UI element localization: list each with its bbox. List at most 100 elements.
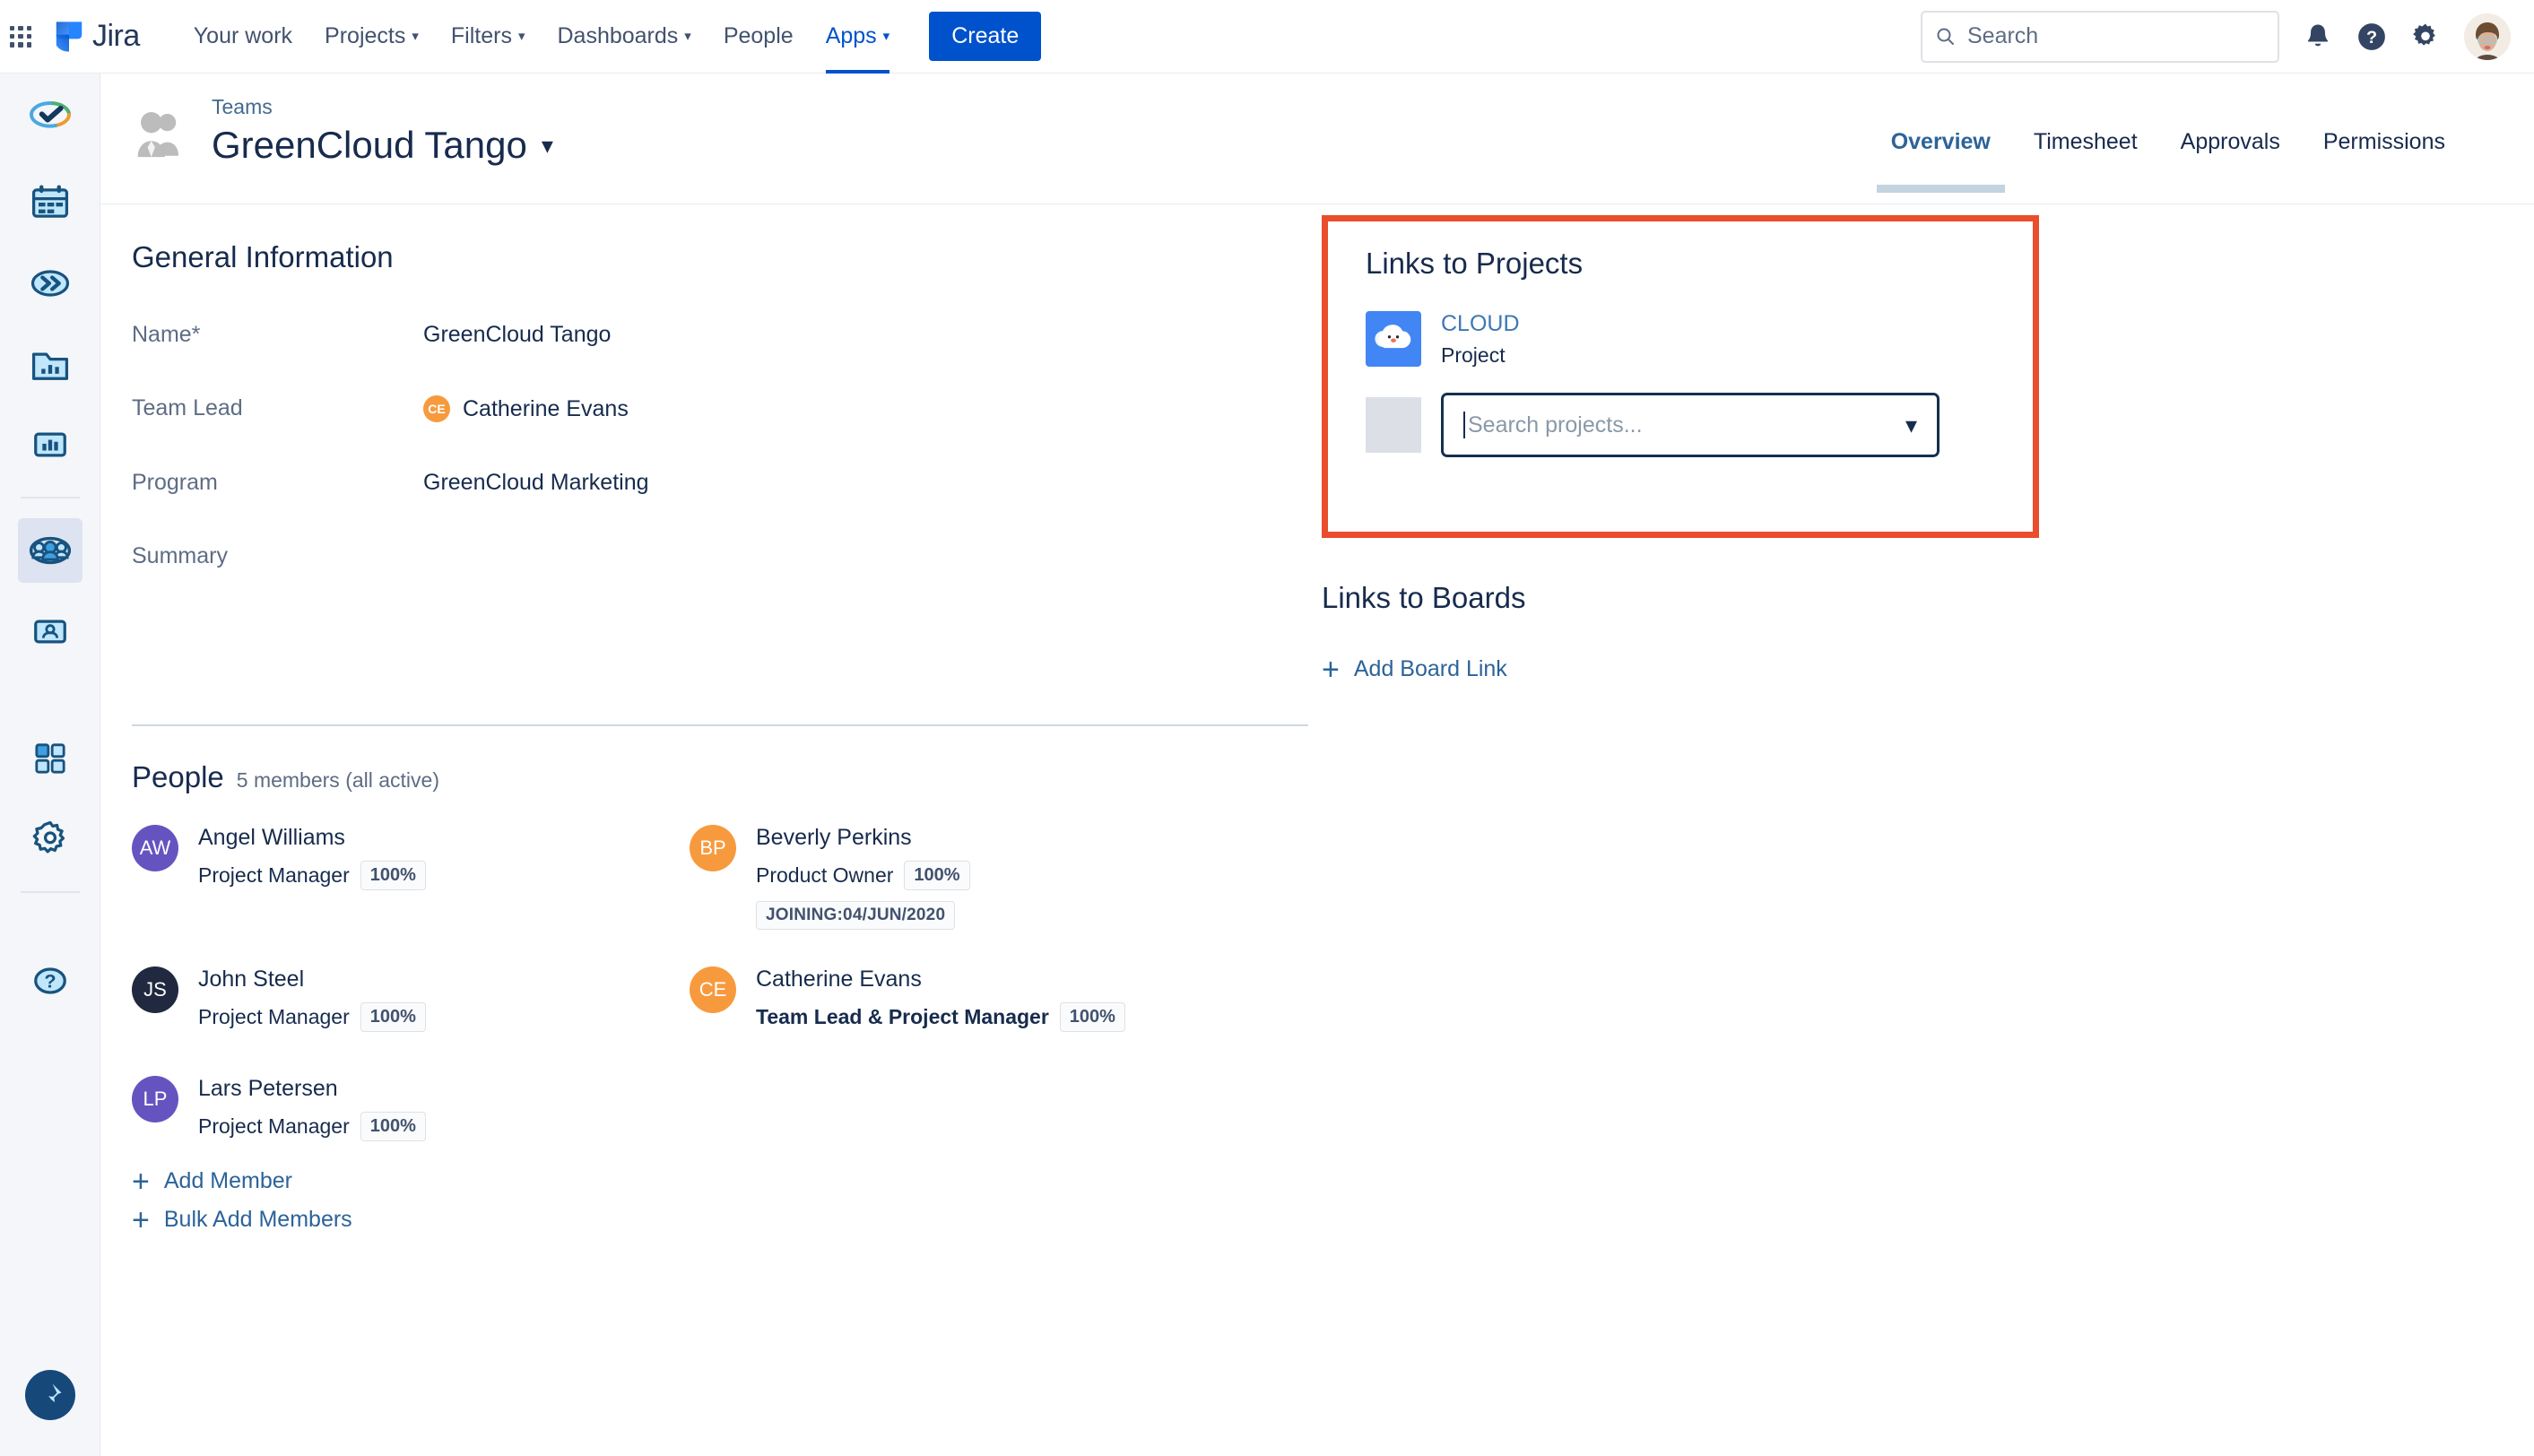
create-button[interactable]: Create: [929, 12, 1042, 61]
project-link-row[interactable]: CLOUD Project: [1366, 311, 1995, 368]
list-item[interactable]: LP Lars Petersen Project Manager 100%: [132, 1076, 426, 1141]
sidebar-item-settings[interactable]: [18, 807, 82, 871]
fast-forward-icon: [30, 270, 69, 297]
jira-logo[interactable]: Jira: [52, 19, 140, 55]
sidebar-item-help[interactable]: ?: [18, 949, 82, 1013]
sidebar-item-bar-chart[interactable]: [18, 412, 82, 477]
nav-label: Filters: [450, 23, 512, 48]
avatar: JS: [132, 966, 178, 1013]
avatar: AW: [132, 825, 178, 871]
app-switcher-icon[interactable]: [7, 23, 34, 50]
person-name[interactable]: Lars Petersen: [198, 1076, 426, 1102]
team-title-dropdown[interactable]: GreenCloud Tango ▾: [212, 124, 553, 167]
top-navigation-bar: Jira Your work Projects ▾ Filters ▾ Dash…: [0, 0, 2534, 74]
list-item[interactable]: CE Catherine Evans Team Lead & Project M…: [690, 966, 1125, 1032]
list-item[interactable]: BP Beverly Perkins Product Owner 100% JO…: [690, 825, 970, 930]
person-meta: Project Manager 100%: [198, 861, 426, 890]
avatar: LP: [132, 1076, 178, 1122]
people-actions: + Add Member + Bulk Add Members: [132, 1166, 352, 1245]
sidebar-item-calendar[interactable]: [18, 170, 82, 235]
tab-overview[interactable]: Overview: [1870, 129, 2012, 193]
help-circle-icon: ?: [33, 967, 66, 994]
person-role: Product Owner: [756, 863, 894, 887]
svg-text:?: ?: [2366, 28, 2377, 48]
person-card-icon: [33, 620, 66, 644]
add-board-link-button[interactable]: + Add Board Link: [1322, 654, 1525, 685]
settings-gear-icon[interactable]: [2410, 22, 2441, 52]
nav-label: Your work: [193, 23, 293, 48]
allocation-badge: 100%: [1059, 1002, 1125, 1032]
page-header: Teams GreenCloud Tango ▾ Overview Timesh…: [100, 74, 2534, 204]
bulk-add-members-button[interactable]: + Bulk Add Members: [132, 1205, 352, 1235]
add-member-button[interactable]: + Add Member: [132, 1166, 352, 1197]
tab-timesheet[interactable]: Timesheet: [2012, 129, 2159, 155]
nav-label: Projects: [325, 23, 406, 48]
search-projects-input[interactable]: Search projects... ▾: [1441, 393, 1940, 457]
team-avatar-icon: [129, 104, 188, 168]
empty-project-icon-placeholder: [1366, 397, 1421, 453]
chevron-down-icon: ▾: [541, 131, 553, 159]
person-role: Project Manager: [198, 863, 350, 887]
field-value[interactable]: CE Catherine Evans: [423, 395, 629, 422]
tab-approvals[interactable]: Approvals: [2159, 129, 2302, 155]
list-item[interactable]: JS John Steel Project Manager 100%: [132, 966, 426, 1032]
field-label: Team Lead: [132, 395, 243, 420]
person-meta: Product Owner 100%: [756, 861, 970, 890]
project-key-link[interactable]: CLOUD: [1441, 311, 1520, 337]
sidebar-item-tempo-checkmark[interactable]: [18, 90, 82, 154]
people-heading: People: [132, 760, 224, 793]
global-search-input[interactable]: Search: [1921, 10, 2279, 63]
sidebar-item-fast-forward[interactable]: [18, 251, 82, 316]
top-nav-right-group: Search ?: [1921, 10, 2534, 63]
nav-your-work[interactable]: Your work: [178, 0, 308, 74]
search-placeholder: Search: [1967, 23, 2039, 48]
person-name[interactable]: John Steel: [198, 966, 426, 992]
allocation-badge: 100%: [360, 861, 426, 890]
sidebar-item-apps-grid[interactable]: [18, 726, 82, 791]
avatar: CE: [423, 395, 450, 422]
field-value-text: GreenCloud Marketing: [423, 470, 649, 495]
breadcrumb-teams[interactable]: Teams: [212, 95, 273, 119]
person-name[interactable]: Catherine Evans: [756, 966, 1125, 992]
project-type-label: Project: [1441, 343, 1506, 367]
links-to-projects-panel: Links to Projects CLOUD Project Search p…: [1322, 215, 2039, 538]
field-value[interactable]: GreenCloud Marketing: [423, 470, 649, 496]
person-name[interactable]: Beverly Perkins: [756, 825, 970, 851]
nav-filters[interactable]: Filters ▾: [435, 0, 542, 74]
help-icon[interactable]: ?: [2356, 22, 2387, 52]
people-count: 5 members (all active): [236, 768, 439, 792]
nav-projects[interactable]: Projects ▾: [308, 0, 435, 74]
person-role: Project Manager: [198, 1005, 350, 1028]
sidebar-item-folder-report[interactable]: [18, 332, 82, 396]
allocation-badge: 100%: [360, 1002, 426, 1032]
field-value[interactable]: GreenCloud Tango: [423, 322, 611, 348]
svg-text:?: ?: [44, 970, 56, 992]
people-list: AW Angel Williams Project Manager 100% B…: [132, 825, 1342, 1201]
user-avatar[interactable]: [2464, 13, 2511, 60]
sidebar-item-teams[interactable]: [17, 518, 82, 583]
person-name[interactable]: Angel Williams: [198, 825, 426, 851]
allocation-badge: 100%: [904, 861, 970, 890]
chevron-down-icon: ▾: [882, 29, 890, 44]
search-icon: [1937, 28, 1954, 45]
nav-people[interactable]: People: [707, 0, 810, 74]
chevron-down-icon[interactable]: ▾: [1905, 412, 1917, 439]
chevron-down-icon: ▾: [684, 29, 691, 44]
search-projects-placeholder: Search projects...: [1468, 412, 1643, 438]
sidebar-item-person-card[interactable]: [18, 599, 82, 663]
pin-icon[interactable]: [24, 1370, 75, 1420]
field-label: Name*: [132, 322, 201, 347]
joining-date-badge: JOINING:04/JUN/2020: [756, 901, 956, 930]
nav-apps[interactable]: Apps ▾: [810, 0, 907, 74]
tab-permissions[interactable]: Permissions: [2302, 129, 2467, 155]
notifications-bell-icon[interactable]: [2303, 22, 2333, 52]
list-item[interactable]: AW Angel Williams Project Manager 100%: [132, 825, 426, 890]
team-heading-group: Teams GreenCloud Tango ▾: [212, 95, 553, 167]
add-member-label: Add Member: [163, 1168, 292, 1193]
nav-dashboards[interactable]: Dashboards ▾: [541, 0, 707, 74]
settings-gear-icon: [32, 820, 65, 854]
people-section: People 5 members (all active) AW Angel W…: [132, 760, 1342, 1201]
bar-chart-icon: [33, 432, 66, 457]
allocation-badge: 100%: [360, 1112, 426, 1141]
field-summary: Summary: [132, 543, 1333, 569]
